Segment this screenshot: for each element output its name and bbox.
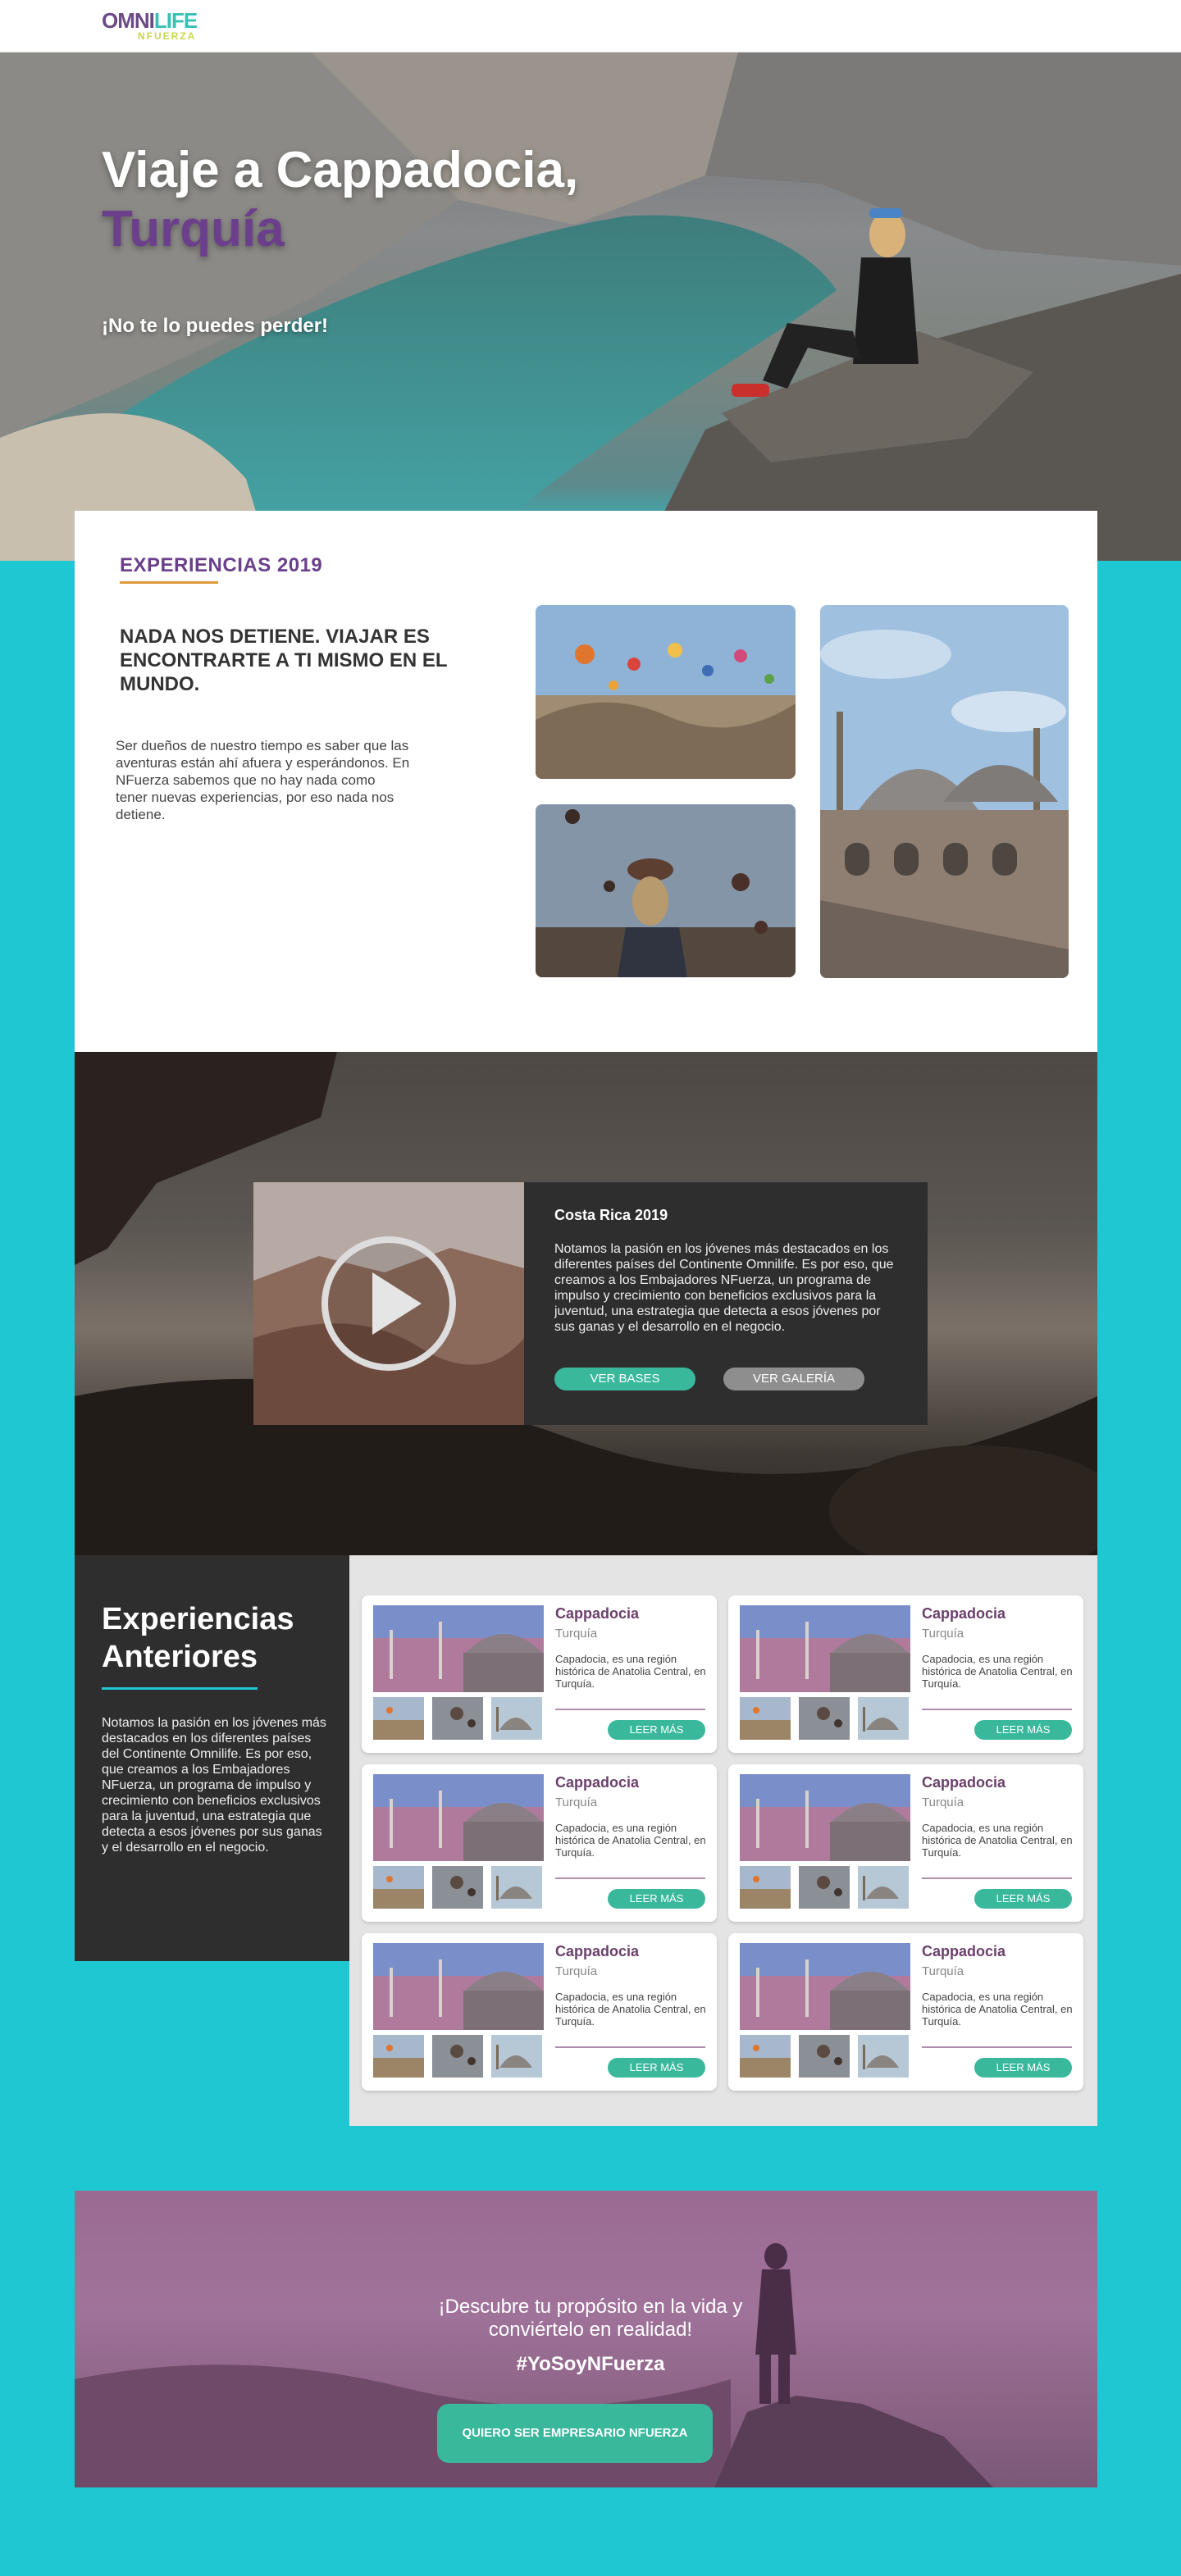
trip-thumbnail[interactable] xyxy=(799,1697,850,1740)
trip-card[interactable]: Cappadocia Turquía Capadocia, es una regió… xyxy=(728,1933,1083,2091)
trip-thumbnail[interactable] xyxy=(799,1866,850,1909)
experiences-heading: EXPERIENCIAS 2019 xyxy=(120,554,323,576)
hero-title-highlight: Turquía xyxy=(102,201,285,257)
trip-description: Capadocia, es una región histórica de An… xyxy=(555,1822,706,1859)
mosque-domes-photo xyxy=(820,605,1069,978)
view-gallery-button[interactable]: VER GALERÍA xyxy=(723,1368,864,1390)
trip-main-photo[interactable] xyxy=(740,1943,910,2030)
omnilife-nfuerza-logo[interactable]: OMNILIFE NFUERZA xyxy=(102,10,200,43)
trip-country: Turquía xyxy=(555,1964,598,1978)
trip-thumbnail[interactable] xyxy=(491,1697,542,1740)
heading-underline xyxy=(120,581,218,584)
card-divider xyxy=(555,2046,705,2048)
read-more-button[interactable]: LEER MÁS xyxy=(974,1720,1072,1740)
trip-card[interactable]: Cappadocia Turquía Capadocia, es una regió… xyxy=(362,1595,717,1753)
trip-country: Turquía xyxy=(922,1627,964,1641)
trip-thumbnail[interactable] xyxy=(858,2035,909,2078)
hero-banner xyxy=(0,52,1181,561)
read-more-button[interactable]: LEER MÁS xyxy=(608,1889,705,1909)
trip-card[interactable]: Cappadocia Turquía Capadocia, es una regió… xyxy=(728,1595,1083,1753)
trip-description: Capadocia, es una región histórica de An… xyxy=(922,1822,1073,1859)
read-more-button[interactable]: LEER MÁS xyxy=(608,2058,705,2078)
trip-description: Capadocia, es una región histórica de An… xyxy=(922,1653,1073,1690)
trip-title: Cappadocia xyxy=(922,1605,1006,1622)
previous-title-line1: Experiencias xyxy=(102,1602,294,1636)
video-title: Costa Rica 2019 xyxy=(554,1207,668,1223)
trip-title: Cappadocia xyxy=(555,1605,640,1622)
trip-thumbnail[interactable] xyxy=(491,2035,542,2078)
card-divider xyxy=(922,2046,1072,2048)
title-underline xyxy=(102,1687,258,1690)
trip-main-photo[interactable] xyxy=(373,1605,544,1692)
trip-title: Cappadocia xyxy=(922,1774,1006,1791)
woman-watching-balloons-photo xyxy=(536,804,796,977)
trip-country: Turquía xyxy=(922,1795,964,1809)
hero-subtitle: ¡No te lo puedes perder! xyxy=(102,315,329,337)
previous-experiences-body: Notamos la pasión en los jóvenes más des… xyxy=(102,1716,326,1855)
trip-thumbnail[interactable] xyxy=(373,1697,424,1740)
card-divider xyxy=(555,1877,705,1879)
logo-text-life: LIFE xyxy=(153,8,198,33)
cta-text-line2: conviértelo en realidad! xyxy=(488,2319,693,2341)
hero-landscape-image xyxy=(0,52,1181,561)
hero-title: Viaje a Cappadocia, xyxy=(102,142,579,198)
previous-title-line2: Anteriores xyxy=(102,1640,258,1674)
become-entrepreneur-button[interactable]: QUIERO SER EMPRESARIO NFUERZA xyxy=(437,2404,713,2463)
card-divider xyxy=(922,1709,1072,1710)
trip-main-photo[interactable] xyxy=(740,1605,910,1692)
trip-main-photo[interactable] xyxy=(373,1774,544,1861)
trip-thumbnail[interactable] xyxy=(373,1866,424,1909)
trip-thumbnail[interactable] xyxy=(740,1697,791,1740)
trip-thumbnail[interactable] xyxy=(373,2035,424,2078)
read-more-button[interactable]: LEER MÁS xyxy=(608,1720,705,1740)
experiences-body-text: Ser dueños de nuestro tiempo es saber qu… xyxy=(116,738,410,822)
card-divider xyxy=(555,1709,705,1710)
trip-card[interactable]: Cappadocia Turquía Capadocia, es una regió… xyxy=(362,1933,717,2091)
logo-text-nfuerza: NFUERZA xyxy=(138,30,197,42)
trip-title: Cappadocia xyxy=(922,1943,1006,1959)
trip-card[interactable]: Cappadocia Turquía Capadocia, es una regió… xyxy=(728,1764,1083,1922)
video-description: Notamos la pasión en los jóvenes más des… xyxy=(554,1242,894,1334)
trip-country: Turquía xyxy=(922,1964,964,1978)
read-more-button[interactable]: LEER MÁS xyxy=(974,2058,1072,2078)
trip-thumbnail[interactable] xyxy=(740,2035,791,2078)
trip-thumbnail[interactable] xyxy=(491,1866,542,1909)
trip-description: Capadocia, es una región histórica de An… xyxy=(922,1991,1073,2028)
trip-thumbnail[interactable] xyxy=(858,1866,909,1909)
experiences-tagline: NADA NOS DETIENE. VIAJAR ES ENCONTRARTE … xyxy=(120,626,448,695)
balloons-valley-photo xyxy=(536,605,796,779)
trip-card[interactable]: Cappadocia Turquía Capadocia, es una regió… xyxy=(362,1764,717,1922)
trip-country: Turquía xyxy=(555,1795,598,1809)
logo-text-omni: OMNI xyxy=(102,8,155,33)
trip-thumbnail[interactable] xyxy=(432,2035,483,2078)
video-thumbnail[interactable] xyxy=(253,1182,524,1425)
trip-thumbnail[interactable] xyxy=(432,1697,483,1740)
previous-experiences-title: Experiencias Anteriores xyxy=(102,1600,331,1676)
read-more-button[interactable]: LEER MÁS xyxy=(974,1889,1072,1909)
cta-text-line1: ¡Descubre tu propósito en la vida y xyxy=(438,2296,743,2318)
trip-thumbnail[interactable] xyxy=(858,1697,909,1740)
trip-main-photo[interactable] xyxy=(740,1774,910,1861)
trip-thumbnail[interactable] xyxy=(740,1866,791,1909)
trip-thumbnail[interactable] xyxy=(799,2035,850,2078)
trip-thumbnail[interactable] xyxy=(432,1866,483,1909)
trip-description: Capadocia, es una región histórica de An… xyxy=(555,1653,706,1690)
trip-main-photo[interactable] xyxy=(373,1943,544,2030)
trip-title: Cappadocia xyxy=(555,1774,640,1791)
trip-description: Capadocia, es una región histórica de An… xyxy=(555,1991,706,2028)
trip-country: Turquía xyxy=(555,1627,598,1641)
card-divider xyxy=(922,1877,1072,1879)
cta-hashtag: #YoSoyNFuerza xyxy=(516,2353,665,2375)
view-bases-button[interactable]: VER BASES xyxy=(554,1368,695,1390)
trip-title: Cappadocia xyxy=(555,1943,640,1959)
